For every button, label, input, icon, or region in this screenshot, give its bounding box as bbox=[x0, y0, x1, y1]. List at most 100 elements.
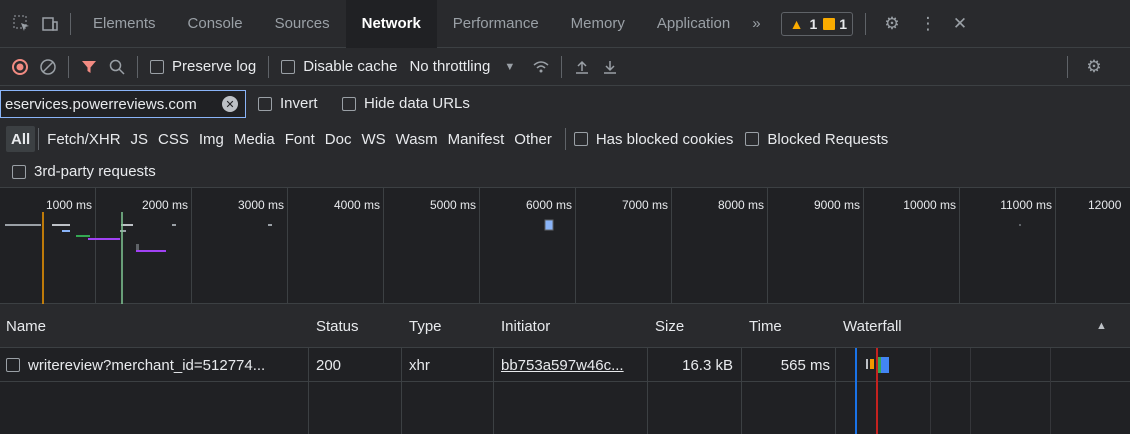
checkbox-box bbox=[281, 59, 296, 74]
network-overview-timeline[interactable]: 1000 ms 2000 ms 3000 ms 4000 ms 5000 ms … bbox=[0, 188, 1130, 304]
request-name: writereview?merchant_id=512774... bbox=[28, 356, 266, 374]
filter-bar: eservices.powerreviews.com ✕ Invert Hide… bbox=[0, 86, 1130, 122]
type-filter-js[interactable]: JS bbox=[126, 126, 154, 152]
request-time-cell: 565 ms bbox=[780, 356, 830, 374]
clear-icon[interactable] bbox=[34, 53, 62, 81]
inspect-element-icon[interactable] bbox=[8, 10, 36, 38]
blocked-requests-checkbox[interactable]: Blocked Requests bbox=[745, 131, 888, 148]
device-toolbar-icon[interactable] bbox=[36, 10, 64, 38]
issues-count: 1 bbox=[839, 15, 848, 32]
type-filter-css[interactable]: CSS bbox=[153, 126, 194, 152]
column-divider bbox=[308, 348, 309, 434]
type-filter-font[interactable]: Font bbox=[280, 126, 320, 152]
checkbox-box bbox=[150, 59, 164, 74]
has-blocked-cookies-label: Has blocked cookies bbox=[595, 130, 734, 148]
more-tabs-button[interactable]: » bbox=[746, 0, 766, 48]
column-header-size[interactable]: Size bbox=[649, 304, 741, 348]
column-divider bbox=[401, 348, 402, 434]
sort-ascending-icon[interactable]: ▲ bbox=[1090, 304, 1120, 348]
settings-gear-icon[interactable]: ⚙ bbox=[878, 10, 906, 38]
request-size-cell: 16.3 kB bbox=[682, 356, 733, 374]
waterfall-gridline bbox=[970, 348, 971, 434]
filter-input[interactable]: eservices.powerreviews.com bbox=[0, 90, 246, 118]
type-filter-ws[interactable]: WS bbox=[356, 126, 390, 152]
third-party-requests-label: 3rd-party requests bbox=[34, 163, 156, 180]
tab-console[interactable]: Console bbox=[172, 0, 259, 48]
type-filter-other[interactable]: Other bbox=[509, 126, 557, 152]
type-filter-wasm[interactable]: Wasm bbox=[391, 126, 443, 152]
throttling-select[interactable]: No throttling ▼ bbox=[409, 58, 515, 75]
request-table-header: Name Status Type Initiator Size Time Wat… bbox=[0, 304, 1130, 348]
type-filter-all[interactable]: All bbox=[6, 126, 36, 152]
table-row[interactable]: writereview?merchant_id=512774... 200 xh… bbox=[0, 348, 1130, 382]
hide-data-urls-label: Hide data URLs bbox=[364, 95, 470, 112]
request-initiator-link[interactable]: bb753a597w46c... bbox=[495, 348, 647, 382]
disable-cache-checkbox[interactable]: Disable cache bbox=[281, 58, 397, 75]
request-table-body: writereview?merchant_id=512774... 200 xh… bbox=[0, 348, 1130, 434]
type-filter-doc[interactable]: Doc bbox=[320, 126, 357, 152]
stop-recording-icon[interactable] bbox=[6, 53, 34, 81]
separator bbox=[865, 12, 867, 35]
search-icon[interactable] bbox=[103, 53, 131, 81]
column-header-status[interactable]: Status bbox=[310, 304, 402, 348]
checkbox-box bbox=[342, 96, 356, 111]
third-party-requests-checkbox[interactable]: 3rd-party requests bbox=[12, 163, 156, 180]
type-filter-img[interactable]: Img bbox=[194, 126, 229, 152]
preserve-log-checkbox[interactable]: Preserve log bbox=[150, 58, 256, 75]
overview-request-bars bbox=[5, 212, 1021, 304]
tab-application[interactable]: Application bbox=[641, 0, 746, 48]
checkbox-box bbox=[12, 164, 26, 179]
import-har-icon[interactable] bbox=[568, 53, 596, 81]
invert-checkbox[interactable]: Invert bbox=[258, 95, 318, 112]
more-options-icon[interactable]: ⋮ bbox=[914, 10, 942, 38]
column-divider bbox=[493, 348, 494, 434]
tab-sources[interactable]: Sources bbox=[259, 0, 346, 48]
filter-icon[interactable] bbox=[75, 53, 103, 81]
type-filter-bar: All Fetch/XHR JS CSS Img Media Font Doc … bbox=[0, 122, 1130, 156]
separator bbox=[70, 12, 71, 35]
third-party-bar: 3rd-party requests bbox=[0, 156, 1130, 188]
request-type-cell: xhr bbox=[409, 356, 430, 374]
issues-badge[interactable]: ▲ 1 1 bbox=[780, 11, 854, 36]
column-divider bbox=[647, 348, 648, 434]
separator bbox=[268, 55, 270, 78]
tab-elements[interactable]: Elements bbox=[77, 0, 172, 48]
waterfall-gridline bbox=[1050, 348, 1051, 434]
request-waterfall-bar[interactable] bbox=[862, 355, 902, 375]
has-blocked-cookies-checkbox[interactable]: Has blocked cookies bbox=[573, 130, 734, 148]
tab-network[interactable]: Network bbox=[345, 0, 437, 48]
network-settings-gear-icon[interactable]: ⚙ bbox=[1080, 53, 1108, 81]
request-name-cell[interactable]: writereview?merchant_id=512774... bbox=[0, 348, 308, 382]
type-filter-media[interactable]: Media bbox=[229, 126, 280, 152]
column-header-time[interactable]: Time bbox=[743, 304, 836, 348]
column-header-name[interactable]: Name bbox=[0, 304, 308, 348]
network-toolbar: Preserve log Disable cache No throttling… bbox=[0, 48, 1130, 86]
clear-filter-icon[interactable]: ✕ bbox=[222, 96, 238, 112]
invert-label: Invert bbox=[280, 95, 318, 112]
devtools-tab-bar: Elements Console Sources Network Perform… bbox=[0, 0, 1130, 48]
type-filter-manifest[interactable]: Manifest bbox=[443, 126, 510, 152]
column-header-initiator[interactable]: Initiator bbox=[495, 304, 647, 348]
blocked-requests-label: Blocked Requests bbox=[767, 130, 889, 148]
chevron-down-icon: ▼ bbox=[504, 60, 516, 73]
column-header-waterfall[interactable]: Waterfall bbox=[837, 304, 1087, 348]
export-har-icon[interactable] bbox=[596, 53, 624, 81]
preserve-log-label: Preserve log bbox=[172, 58, 257, 75]
column-divider bbox=[835, 348, 836, 434]
disable-cache-label: Disable cache bbox=[303, 58, 398, 75]
checkbox-box bbox=[258, 96, 272, 111]
waterfall-gridline bbox=[930, 348, 931, 434]
separator bbox=[561, 55, 563, 78]
load-event-line bbox=[876, 348, 878, 434]
tab-memory[interactable]: Memory bbox=[555, 0, 641, 48]
type-filter-fetch-xhr[interactable]: Fetch/XHR bbox=[42, 126, 125, 152]
close-icon[interactable]: ✕ bbox=[946, 10, 974, 38]
hide-data-urls-checkbox[interactable]: Hide data URLs bbox=[342, 95, 470, 112]
dom-content-loaded-line bbox=[855, 348, 857, 434]
warnings-count: 1 bbox=[809, 15, 818, 32]
column-header-type[interactable]: Type bbox=[403, 304, 493, 348]
network-conditions-icon[interactable] bbox=[527, 53, 555, 81]
checkbox-box bbox=[745, 132, 760, 146]
tab-performance[interactable]: Performance bbox=[437, 0, 555, 48]
request-type-icon bbox=[6, 358, 20, 372]
